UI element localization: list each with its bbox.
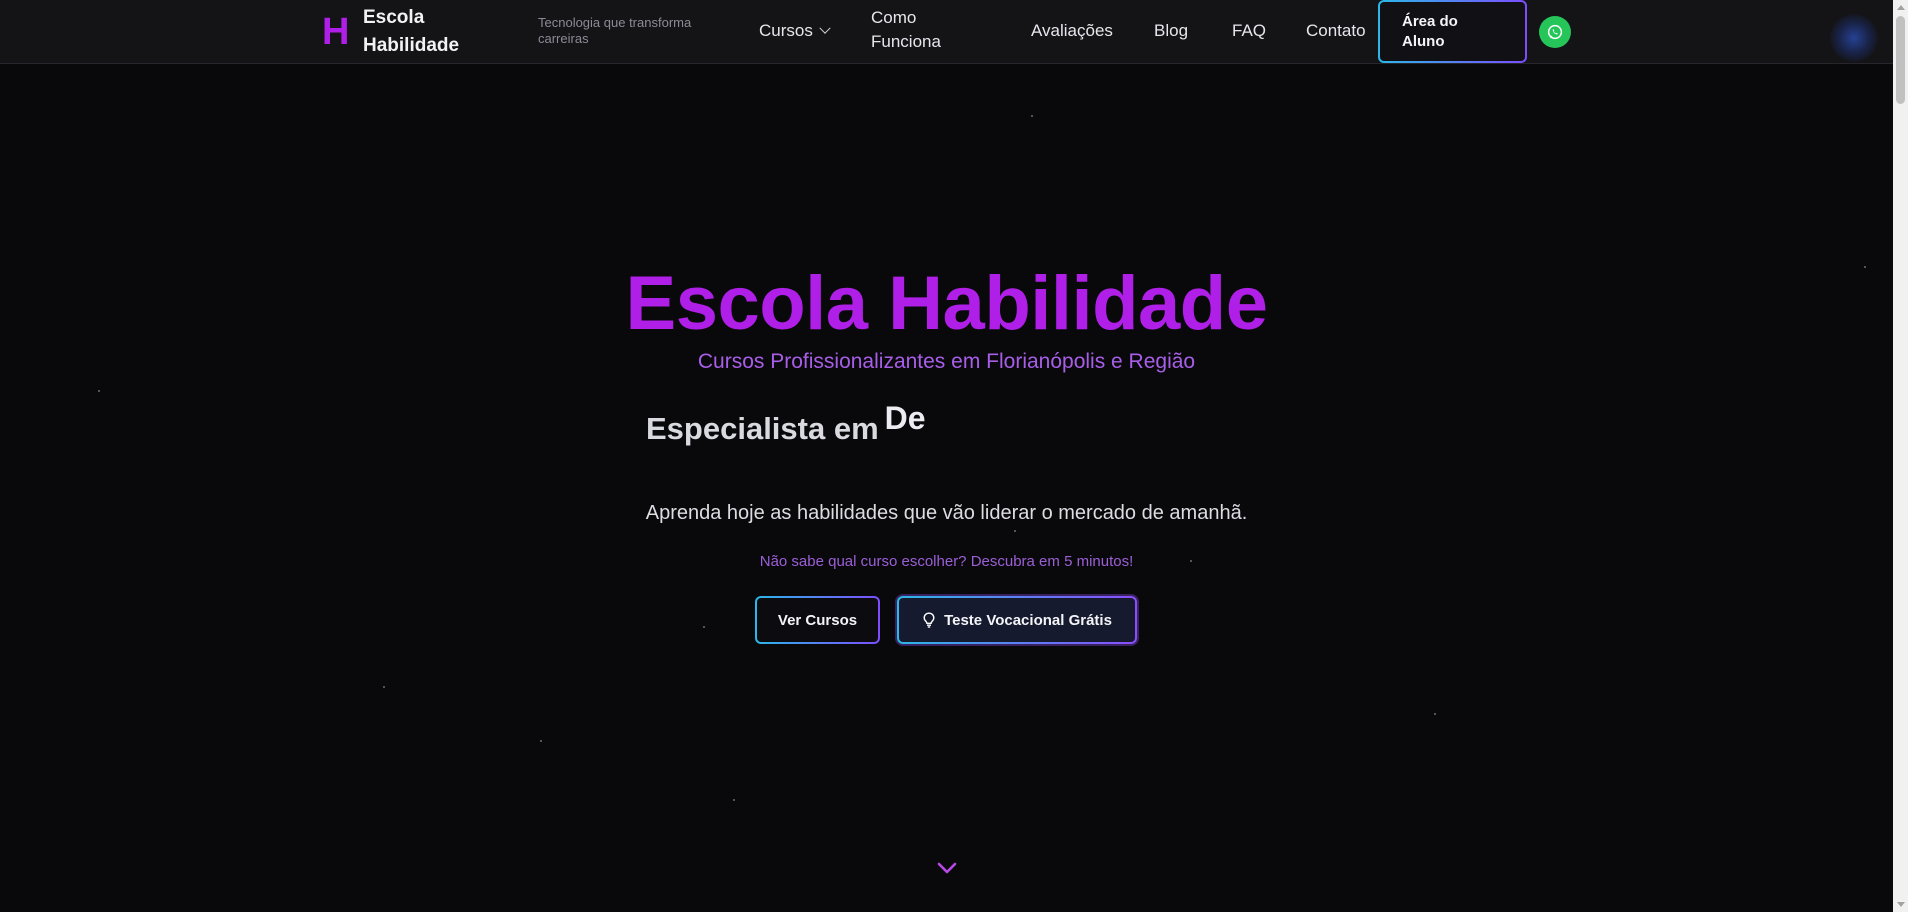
nav-blog[interactable]: Blog xyxy=(1154,19,1188,43)
hero-title: Escola Habilidade xyxy=(625,261,1268,346)
header-tagline: Tecnologia que transforma carreiras xyxy=(538,15,692,46)
hero-tagline: Aprenda hoje as habilidades que vão lide… xyxy=(645,502,1248,524)
nav-reviews[interactable]: Avaliações xyxy=(1031,19,1113,43)
star-dot xyxy=(733,799,735,801)
nav-courses-label: Cursos xyxy=(759,21,813,40)
nav-how-it-works[interactable]: Como Funciona xyxy=(871,6,971,54)
scrollbar[interactable] xyxy=(1893,0,1908,912)
logo-mark[interactable]: H xyxy=(322,12,349,52)
whatsapp-icon xyxy=(1547,24,1563,40)
star-dot xyxy=(703,626,705,628)
page: H Escola Habilidade Tecnologia que trans… xyxy=(0,0,1908,912)
scroll-up-icon[interactable] xyxy=(1897,5,1905,10)
star-dot xyxy=(1014,530,1016,532)
scrollbar-thumb[interactable] xyxy=(1896,16,1905,104)
glow-orb xyxy=(1830,14,1878,62)
star-dot xyxy=(383,686,385,688)
view-courses-button[interactable]: Ver Cursos xyxy=(755,596,880,644)
lightbulb-icon xyxy=(923,612,935,628)
star-dot xyxy=(1031,115,1033,117)
quiz-hint[interactable]: Não sabe qual curso escolher? Descubra e… xyxy=(0,552,1893,572)
chevron-down-icon[interactable] xyxy=(937,858,957,878)
star-dot xyxy=(98,390,100,392)
nav-courses[interactable]: Cursos xyxy=(759,19,831,43)
specialist-prefix: Especialista em xyxy=(646,411,879,446)
specialist-typed-text: De xyxy=(884,400,926,436)
specialist-line: Especialista em De xyxy=(646,400,926,452)
chevron-down-icon xyxy=(819,22,831,34)
star-dot xyxy=(540,740,542,742)
nav-faq[interactable]: FAQ xyxy=(1232,19,1266,43)
site-header: H Escola Habilidade Tecnologia que trans… xyxy=(0,0,1893,64)
student-area-button[interactable]: Área do Aluno xyxy=(1378,0,1527,63)
hero-subtitle: Cursos Profissionalizantes em Florianópo… xyxy=(697,350,1196,373)
logo-text[interactable]: Escola Habilidade xyxy=(363,4,483,60)
star-dot xyxy=(1434,713,1436,715)
vocational-test-button[interactable]: Teste Vocacional Grátis xyxy=(897,596,1137,644)
whatsapp-button[interactable] xyxy=(1539,16,1571,48)
vocational-test-label: Teste Vocacional Grátis xyxy=(944,611,1112,629)
scroll-down-icon[interactable] xyxy=(1897,902,1905,907)
nav-contact[interactable]: Contato xyxy=(1306,19,1366,43)
